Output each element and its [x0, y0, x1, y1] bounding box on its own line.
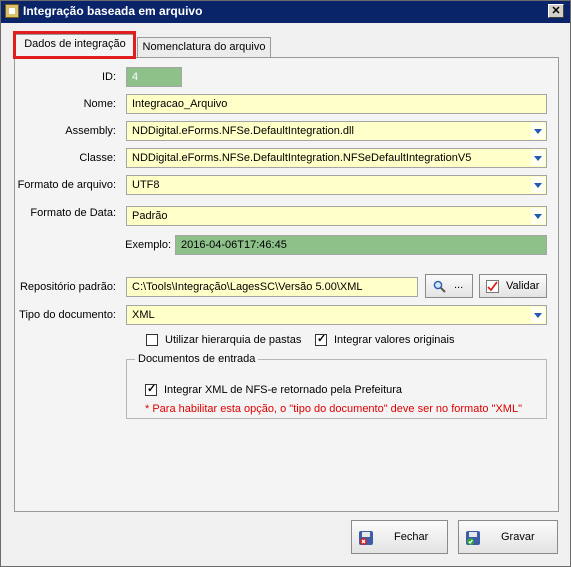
valores-originais-label: Integrar valores originais — [334, 334, 455, 346]
classe-value: NDDigital.eForms.NFSe.DefaultIntegration… — [132, 152, 472, 164]
documentos-entrada-title: Documentos de entrada — [135, 353, 259, 365]
gravar-button[interactable]: Gravar — [458, 520, 558, 554]
classe-select[interactable]: NDDigital.eForms.NFSe.DefaultIntegration… — [126, 148, 547, 168]
tab-dados-integracao[interactable]: Dados de integração — [15, 34, 135, 58]
hierarquia-checkbox[interactable] — [146, 334, 158, 346]
fechar-label: Fechar — [394, 531, 429, 543]
tab-label: Nomenclatura do arquivo — [142, 41, 266, 53]
assembly-select[interactable]: NDDigital.eForms.NFSe.DefaultIntegration… — [126, 121, 547, 141]
tipo-documento-select[interactable]: XML — [126, 305, 547, 325]
assembly-value: NDDigital.eForms.NFSe.DefaultIntegration… — [132, 125, 354, 137]
repositorio-input[interactable]: C:\Tools\Integração\LagesSC\Versão 5.00\… — [126, 277, 418, 297]
save-disk-icon — [465, 530, 481, 546]
nome-input[interactable]: Integracao_Arquivo — [126, 94, 547, 114]
formato-data-value: Padrão — [132, 210, 168, 222]
search-icon — [433, 280, 446, 293]
warning-text: * Para habilitar esta opção, o "tipo do … — [145, 403, 522, 415]
close-window-button[interactable]: ✕ — [548, 4, 564, 18]
formato-data-select[interactable]: Padrão — [126, 206, 547, 226]
chevron-down-icon[interactable] — [531, 307, 545, 323]
assembly-label: Assembly: — [65, 125, 116, 137]
window-title: Integração baseada em arquivo — [23, 4, 203, 18]
integrar-xml-checkbox[interactable] — [145, 382, 157, 396]
nome-label: Nome: — [83, 98, 116, 110]
tipo-documento-value: XML — [132, 309, 155, 321]
validate-check-icon — [486, 280, 499, 293]
tab-label: Dados de integração — [24, 38, 126, 50]
formato-arquivo-value: UTF8 — [132, 179, 160, 191]
chevron-down-icon[interactable] — [531, 150, 545, 166]
validar-label: Validar — [506, 280, 540, 292]
exemplo-label: Exemplo: — [125, 239, 171, 251]
id-field: 4 — [126, 67, 182, 87]
fechar-button[interactable]: Fechar — [351, 520, 448, 554]
chevron-down-icon[interactable] — [531, 208, 545, 224]
app-icon — [5, 4, 19, 18]
id-label: ID: — [101, 71, 116, 83]
dialog-window: Integração baseada em arquivo ✕ Dados de… — [0, 0, 571, 567]
tipo-documento-label: Tipo do documento: — [19, 309, 116, 321]
formato-arquivo-select[interactable]: UTF8 — [126, 175, 547, 195]
gravar-label: Gravar — [501, 531, 535, 543]
title-bar[interactable]: Integração baseada em arquivo ✕ — [1, 1, 570, 23]
integrar-xml-label: Integrar XML de NFS-e retornado pela Pre… — [164, 384, 403, 396]
valores-originais-checkbox[interactable] — [315, 332, 327, 346]
formato-data-label: Formato de Data: — [30, 207, 116, 219]
hierarquia-label: Utilizar hierarquia de pastas — [165, 334, 302, 346]
tab-nomenclatura-arquivo[interactable]: Nomenclatura do arquivo — [137, 37, 271, 57]
formato-arquivo-label: Formato de arquivo: — [17, 179, 116, 191]
close-disk-icon — [358, 530, 374, 546]
exemplo-field: 2016-04-06T17:46:45 — [175, 235, 547, 255]
validar-button[interactable]: Validar — [479, 274, 547, 298]
repositorio-label: Repositório padrão: — [19, 281, 116, 293]
chevron-down-icon[interactable] — [531, 177, 545, 193]
browse-button[interactable]: ... — [425, 274, 473, 298]
chevron-down-icon[interactable] — [531, 123, 545, 139]
classe-label: Classe: — [79, 152, 116, 164]
browse-label: ... — [454, 279, 464, 291]
